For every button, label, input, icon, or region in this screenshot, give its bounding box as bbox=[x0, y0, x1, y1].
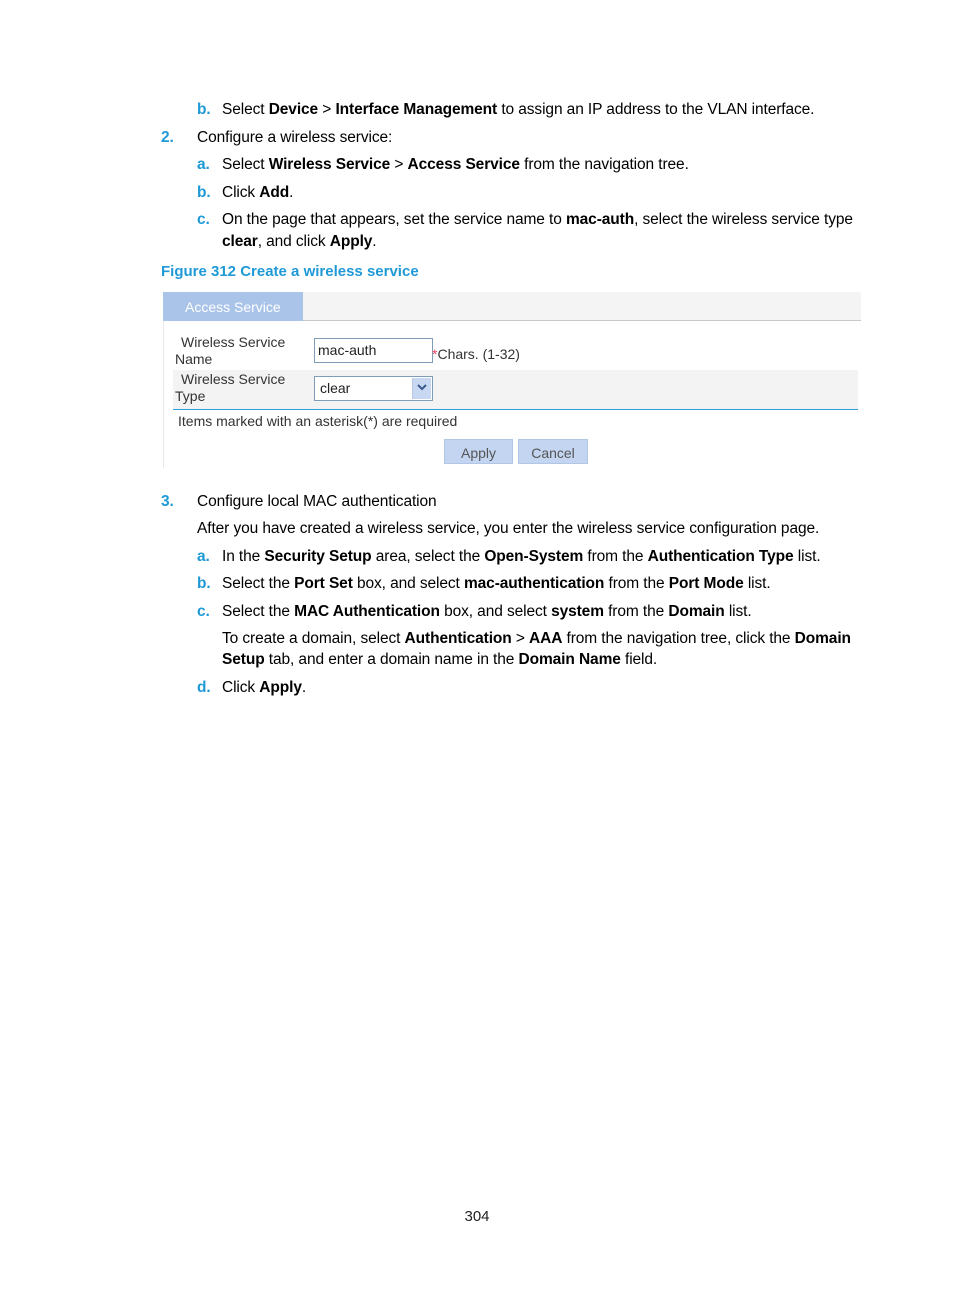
text: Select the bbox=[222, 575, 295, 592]
ui-term: Port Set bbox=[294, 575, 353, 592]
text: . bbox=[289, 184, 294, 201]
ui-term: Setup bbox=[222, 651, 265, 668]
selected-value: clear bbox=[320, 380, 351, 396]
field-label: Wireless Service Type bbox=[175, 371, 305, 405]
ui-term: Domain Name bbox=[518, 651, 621, 668]
ui-term: system bbox=[551, 603, 604, 620]
text: , select the wireless service type bbox=[634, 211, 853, 228]
text: Select bbox=[222, 156, 269, 173]
list-marker: b. bbox=[197, 101, 211, 118]
ui-term: Open-System bbox=[484, 548, 584, 565]
ui-term: Add bbox=[259, 184, 290, 201]
ui-term: Security Setup bbox=[264, 548, 372, 565]
list-marker: b. bbox=[197, 575, 211, 592]
figure-caption: Figure 312 Create a wireless service bbox=[161, 263, 419, 280]
text: > bbox=[390, 156, 408, 173]
cancel-button[interactable]: Cancel bbox=[518, 439, 588, 464]
text: tab, and enter a domain name in the bbox=[264, 651, 519, 668]
ui-term: clear bbox=[222, 233, 258, 250]
access-service-form: Access Service Wireless Service Name mac… bbox=[163, 292, 861, 468]
required-note: Items marked with an asterisk(*) are req… bbox=[178, 413, 458, 429]
field-hint: *Chars. (1-32) bbox=[432, 346, 520, 362]
ui-term: MAC Authentication bbox=[294, 603, 440, 620]
text: In the bbox=[222, 548, 265, 565]
text: from the bbox=[603, 603, 669, 620]
text: list. bbox=[743, 575, 771, 592]
text: To create a domain, select bbox=[222, 630, 405, 647]
list-marker: c. bbox=[197, 603, 210, 620]
text: list. bbox=[793, 548, 821, 565]
list-marker: a. bbox=[197, 548, 210, 565]
paragraph: After you have created a wireless servic… bbox=[197, 520, 820, 537]
text: > bbox=[318, 101, 336, 118]
text: from the navigation tree. bbox=[519, 156, 689, 173]
text: to assign an IP address to the VLAN inte… bbox=[497, 101, 815, 118]
chevron-down-icon[interactable] bbox=[412, 378, 431, 399]
list-marker: b. bbox=[197, 184, 211, 201]
service-type-select[interactable]: clear bbox=[314, 376, 433, 401]
text: On the page that appears, set the servic… bbox=[222, 211, 566, 228]
text: , and click bbox=[257, 233, 330, 250]
tab-access-service[interactable]: Access Service bbox=[163, 292, 303, 321]
text: box, and select bbox=[352, 575, 464, 592]
text: > bbox=[511, 630, 530, 647]
list-marker: 2. bbox=[161, 129, 174, 146]
service-name-input[interactable]: mac-auth bbox=[314, 338, 433, 363]
ui-term: mac-auth bbox=[565, 211, 635, 228]
form-row-service-name: Wireless Service Name mac-auth *Chars. (… bbox=[173, 333, 858, 370]
text: field. bbox=[620, 651, 658, 668]
text: list. bbox=[724, 603, 752, 620]
text: Select bbox=[222, 101, 269, 118]
text: . bbox=[372, 233, 377, 250]
step-text: Configure local MAC authentication bbox=[197, 493, 437, 510]
text: box, and select bbox=[439, 603, 552, 620]
step-text: Configure a wireless service: bbox=[197, 129, 393, 146]
ui-term: mac-authentication bbox=[463, 575, 605, 592]
label-line: Type bbox=[175, 388, 206, 404]
ui-term: Wireless Service bbox=[268, 156, 391, 173]
text: Select the bbox=[222, 603, 295, 620]
text: Click bbox=[222, 184, 260, 201]
list-marker: a. bbox=[197, 156, 210, 173]
page-number: 304 bbox=[464, 1208, 490, 1225]
divider bbox=[163, 321, 164, 468]
ui-term: Apply bbox=[259, 679, 302, 696]
ui-term: Interface Management bbox=[335, 101, 498, 118]
ui-term: Device bbox=[268, 101, 319, 118]
text: from the bbox=[583, 548, 648, 565]
form-row-service-type: Wireless Service Type clear bbox=[173, 370, 858, 410]
ui-term: Authentication Type bbox=[647, 548, 794, 565]
text: Click bbox=[222, 679, 260, 696]
ui-term: Authentication bbox=[404, 630, 512, 647]
text: . bbox=[301, 679, 307, 696]
label-line: Name bbox=[175, 351, 213, 367]
ui-term: Apply bbox=[329, 233, 373, 250]
list-marker: d. bbox=[197, 679, 211, 696]
apply-button[interactable]: Apply bbox=[444, 439, 513, 464]
list-marker: 3. bbox=[161, 493, 174, 510]
list-marker: c. bbox=[197, 211, 210, 228]
hint-text: Chars. (1-32) bbox=[437, 346, 520, 362]
ui-term: Port Mode bbox=[668, 575, 744, 592]
label-line: Wireless Service bbox=[181, 371, 286, 387]
ui-term: AAA bbox=[529, 630, 563, 647]
text: from the bbox=[604, 575, 669, 592]
label-line: Wireless Service bbox=[181, 334, 286, 350]
ui-term: Domain bbox=[668, 603, 725, 620]
text: from the navigation tree, click the bbox=[562, 630, 795, 647]
ui-term: Domain bbox=[794, 630, 851, 647]
ui-term: Access Service bbox=[407, 156, 520, 173]
text: area, select the bbox=[371, 548, 485, 565]
field-label: Wireless Service Name bbox=[175, 334, 305, 368]
